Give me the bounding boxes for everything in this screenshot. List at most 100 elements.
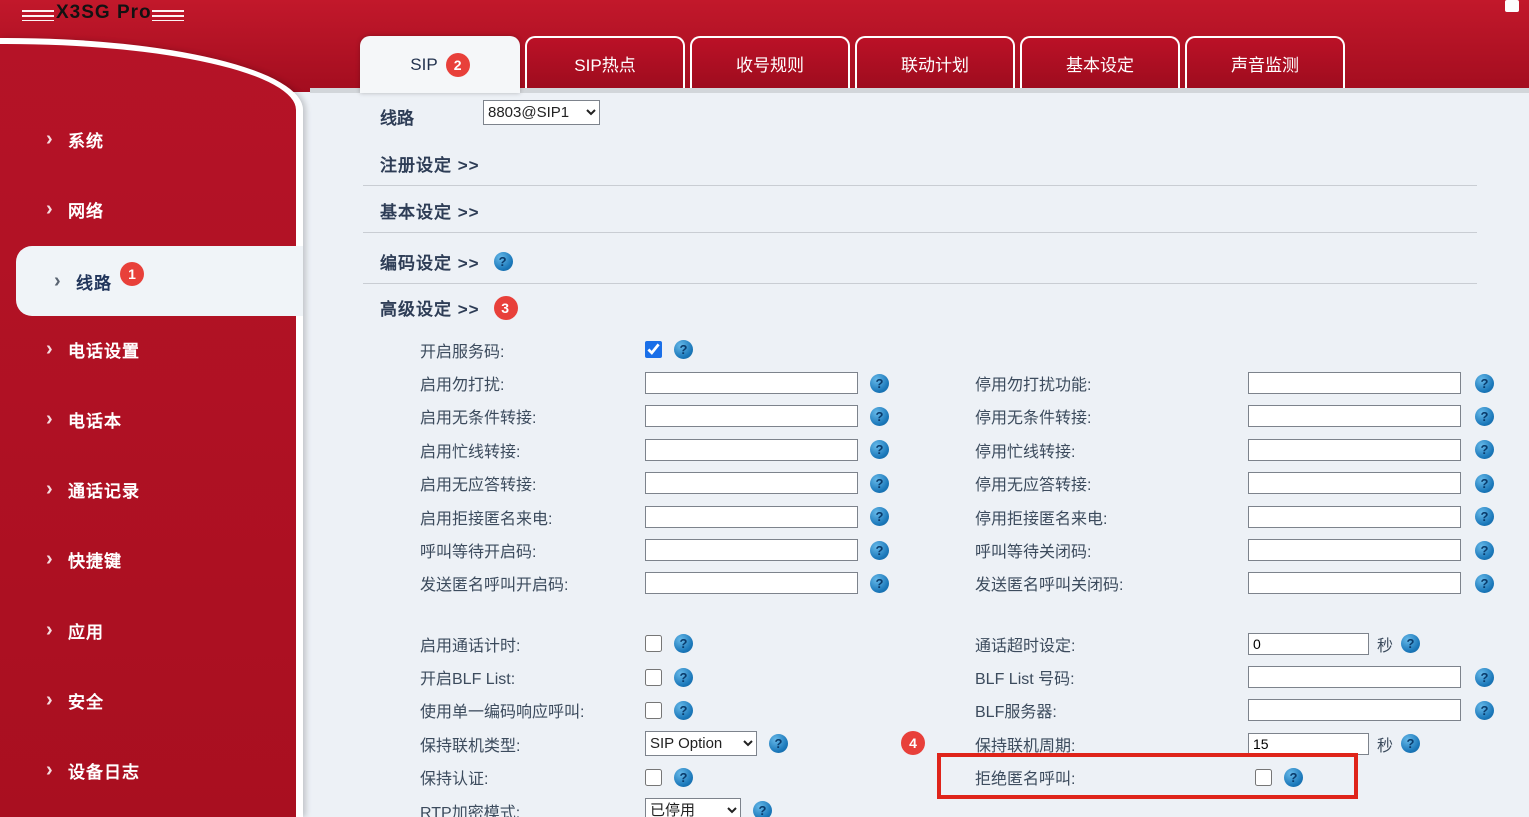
service-code-checkbox[interactable]	[645, 341, 662, 359]
annotation-badge-4: 4	[901, 731, 925, 755]
help-icon[interactable]: ?	[1284, 767, 1303, 787]
anonymous-rejection-on-code-input[interactable]	[645, 505, 858, 528]
help-icon[interactable]: ?	[493, 252, 513, 271]
form-row: 开启服务码: ?	[0, 333, 1529, 366]
field-label: 保持认证:	[420, 771, 489, 789]
divider	[363, 283, 1477, 284]
help-icon[interactable]: ?	[1475, 573, 1494, 593]
field-label: 启用拒接匿名来电:	[420, 510, 553, 528]
help-icon[interactable]: ?	[870, 373, 889, 393]
rtp-encryption-select[interactable]: 已停用	[645, 798, 741, 817]
advanced-form-group-1: 开启服务码: ? 启用勿打扰: ? 停用勿打扰功能: ? 启用无条件转接: ? …	[0, 333, 1529, 600]
help-icon[interactable]: ?	[1401, 634, 1421, 654]
reject-anonymous-checkbox[interactable]	[1255, 768, 1272, 786]
form-row: 开启BLF List: ? BLF List 号码: ?	[0, 660, 1529, 693]
help-icon[interactable]: ?	[674, 340, 693, 360]
field-label: 保持联机周期:	[975, 737, 1076, 755]
section-label: 编码设定 >>	[380, 254, 480, 273]
cfu-on-code-input[interactable]	[645, 405, 858, 428]
field-label: BLF服务器:	[975, 704, 1057, 722]
anonymous-call-off-code-input[interactable]	[1248, 572, 1461, 595]
field-label: 启用勿打扰:	[420, 377, 505, 395]
help-icon[interactable]: ?	[1475, 406, 1494, 426]
anonymous-call-on-code-input[interactable]	[645, 572, 858, 595]
field-label: 使用单一编码响应呼叫:	[420, 704, 585, 722]
section-advanced-settings[interactable]: 高级设定 >> 3	[380, 295, 518, 320]
help-icon[interactable]: ?	[1475, 473, 1494, 493]
cfna-on-code-input[interactable]	[645, 472, 858, 495]
blf-list-checkbox[interactable]	[645, 668, 662, 686]
field-label: 拒绝匿名呼叫:	[975, 771, 1076, 789]
section-label: 基本设定 >>	[380, 203, 480, 222]
field-label: BLF List 号码:	[975, 671, 1075, 689]
help-icon[interactable]: ?	[674, 767, 693, 787]
field-label: 启用通话计时:	[420, 637, 521, 655]
advanced-form-group-2: 启用通话计时: ? 通话超时设定: 秒 ? 开启BLF List: ?	[0, 627, 1529, 817]
form-row: 保持认证: ? 拒绝匿名呼叫: ?	[0, 761, 1529, 794]
keepalive-period-input[interactable]	[1248, 732, 1369, 755]
field-label: 开启服务码:	[420, 343, 505, 361]
field-label: 启用忙线转接:	[420, 443, 521, 461]
section-label: 高级设定 >>	[380, 300, 480, 319]
section-basic-settings[interactable]: 基本设定 >>	[380, 198, 480, 223]
field-label: 停用拒接匿名来电:	[975, 510, 1108, 528]
help-icon[interactable]: ?	[674, 700, 693, 720]
field-label: 呼叫等待关闭码:	[975, 544, 1092, 562]
form-row: 启用拒接匿名来电: ? 停用拒接匿名来电: ?	[0, 500, 1529, 533]
section-label: 注册设定 >>	[380, 156, 480, 175]
field-label: 启用无条件转接:	[420, 410, 537, 428]
help-icon[interactable]: ?	[1475, 440, 1494, 460]
help-icon[interactable]: ?	[1475, 373, 1494, 393]
anonymous-rejection-off-code-input[interactable]	[1248, 505, 1461, 528]
field-label: 发送匿名呼叫关闭码:	[975, 577, 1124, 595]
help-icon[interactable]: ?	[1401, 734, 1421, 754]
help-icon[interactable]: ?	[870, 573, 889, 593]
call-waiting-off-code-input[interactable]	[1248, 539, 1461, 562]
form-row: 保持联机类型: SIP Option ? 保持联机周期: 秒 ?	[0, 727, 1529, 760]
help-icon[interactable]: ?	[1475, 507, 1494, 527]
keepalive-type-select[interactable]: SIP Option	[645, 731, 757, 757]
help-icon[interactable]: ?	[870, 507, 889, 527]
help-icon[interactable]: ?	[870, 406, 889, 426]
cfu-off-code-input[interactable]	[1248, 405, 1461, 428]
form-row: 启用忙线转接: ? 停用忙线转接: ?	[0, 433, 1529, 466]
cfb-off-code-input[interactable]	[1248, 438, 1461, 461]
help-icon[interactable]: ?	[753, 801, 772, 817]
field-label: 开启BLF List:	[420, 671, 516, 689]
dnd-on-code-input[interactable]	[645, 372, 858, 395]
help-icon[interactable]: ?	[1475, 700, 1494, 720]
line-select[interactable]: 8803@SIP1	[483, 100, 600, 125]
field-label: 通话超时设定:	[975, 637, 1076, 655]
field-label: 呼叫等待开启码:	[420, 544, 537, 562]
divider	[363, 232, 1477, 233]
help-icon[interactable]: ?	[769, 734, 788, 754]
line-label: 线路	[380, 109, 414, 128]
field-label: RTP加密模式:	[420, 804, 521, 817]
brand-logo: X3SG Pro	[56, 2, 152, 23]
cfna-off-code-input[interactable]	[1248, 472, 1461, 495]
form-row: 启用无条件转接: ? 停用无条件转接: ?	[0, 400, 1529, 433]
cfb-on-code-input[interactable]	[645, 438, 858, 461]
blf-list-number-input[interactable]	[1248, 666, 1461, 689]
help-icon[interactable]: ?	[674, 634, 693, 654]
call-waiting-on-code-input[interactable]	[645, 539, 858, 562]
blf-server-input[interactable]	[1248, 699, 1461, 722]
sip-settings-pane: 线路 8803@SIP1 注册设定 >> 基本设定 >> 编码设定 >> ? 高…	[0, 0, 1529, 817]
section-codec-settings[interactable]: 编码设定 >> ?	[380, 249, 513, 274]
unit-label: 秒	[1377, 737, 1394, 755]
single-codec-checkbox[interactable]	[645, 701, 662, 719]
help-icon[interactable]: ?	[870, 473, 889, 493]
dnd-off-code-input[interactable]	[1248, 372, 1461, 395]
help-icon[interactable]: ?	[870, 540, 889, 560]
scrollbar-thumb[interactable]	[1505, 0, 1519, 12]
help-icon[interactable]: ?	[674, 667, 693, 687]
call-timeout-input[interactable]	[1248, 632, 1369, 655]
help-icon[interactable]: ?	[870, 440, 889, 460]
help-icon[interactable]: ?	[1475, 540, 1494, 560]
divider	[363, 185, 1477, 186]
help-icon[interactable]: ?	[1475, 667, 1494, 687]
call-timer-checkbox[interactable]	[645, 635, 662, 653]
keep-auth-checkbox[interactable]	[645, 768, 662, 786]
field-label: 保持联机类型:	[420, 737, 521, 755]
section-register-settings[interactable]: 注册设定 >>	[380, 151, 480, 176]
